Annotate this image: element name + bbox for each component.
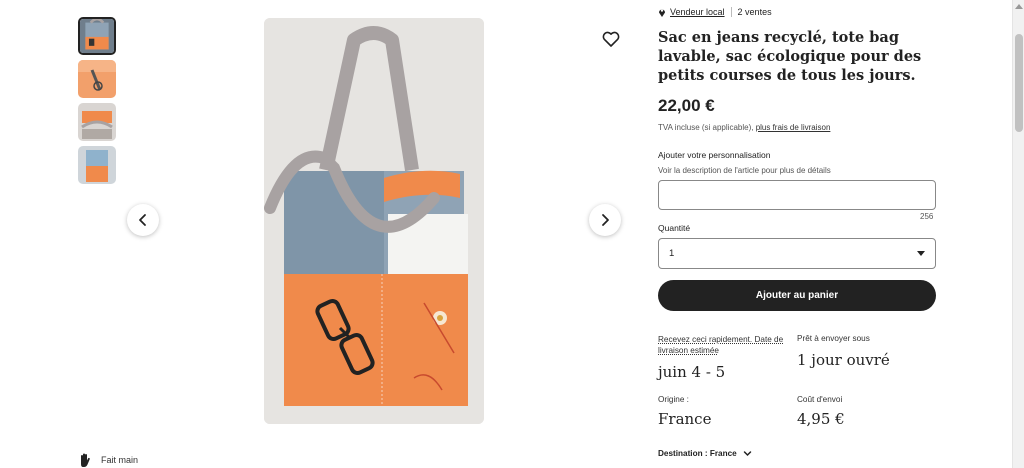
vat-notice: TVA incluse (si applicable), plus frais …: [658, 123, 830, 132]
product-title: Sac en jeans recyclé, tote bag lavable, …: [658, 29, 922, 84]
seller-info: Vendeur local 2 ventes: [658, 7, 772, 17]
thumbnail-4[interactable]: [78, 146, 116, 184]
quantity-select[interactable]: 1: [658, 238, 936, 269]
thumbnail-3[interactable]: [78, 103, 116, 141]
page-scrollbar[interactable]: [1012, 0, 1024, 468]
thumbnail-2[interactable]: [78, 60, 116, 98]
tote-bag-photo: [264, 18, 484, 424]
chevron-left-icon: [139, 214, 146, 226]
local-seller-link[interactable]: Vendeur local: [670, 7, 725, 17]
caret-down-icon: [917, 251, 925, 256]
delivery-estimate-value: juin 4 - 5: [658, 363, 726, 381]
product-price: 22,00 €: [658, 96, 715, 115]
personalization-label: Ajouter votre personnalisation: [658, 150, 771, 160]
thumbnail-image: [78, 60, 116, 98]
origin-value: France: [658, 410, 712, 428]
scroll-up-arrow-icon[interactable]: [1015, 4, 1023, 9]
handmade-badge: Fait main: [77, 452, 138, 468]
shipping-fees-link[interactable]: plus frais de livraison: [756, 123, 831, 132]
thumbnail-image: [78, 103, 116, 141]
vat-text: TVA incluse (si applicable),: [658, 123, 754, 132]
thumbnail-1[interactable]: [78, 17, 116, 55]
destination-label: Destination : France: [658, 449, 737, 458]
add-to-cart-button[interactable]: Ajouter au panier: [658, 280, 936, 311]
heart-icon: [602, 31, 620, 47]
handmade-label: Fait main: [101, 455, 139, 465]
character-count: 256: [920, 212, 934, 221]
scrollbar-thumb[interactable]: [1015, 34, 1023, 132]
thumbnail-image: [78, 146, 116, 184]
destination-selector[interactable]: Destination : France: [658, 449, 752, 458]
divider: [730, 7, 732, 17]
thumbnail-list: [78, 17, 118, 189]
previous-image-button[interactable]: [127, 204, 159, 236]
delivery-estimate-label[interactable]: Recevez ceci rapidement. Date de livrais…: [658, 334, 788, 356]
thumbnail-image: [80, 19, 114, 53]
chevron-down-icon: [743, 451, 751, 457]
shipping-cost-label: Coût d'envoi: [797, 395, 843, 404]
personalization-input[interactable]: [658, 180, 936, 210]
next-image-button[interactable]: [589, 204, 621, 236]
ready-to-ship-label: Prêt à envoyer sous: [797, 334, 870, 343]
map-pin-icon: [659, 9, 665, 17]
hand-icon: [81, 453, 90, 467]
favorite-button[interactable]: [601, 29, 621, 49]
sales-count: 2 ventes: [737, 7, 772, 17]
origin-label: Origine :: [658, 395, 689, 404]
chevron-right-icon: [602, 214, 609, 226]
quantity-label: Quantité: [658, 223, 691, 233]
personalization-hint: Voir la description de l'article pour pl…: [658, 166, 831, 175]
shipping-cost-value: 4,95 €: [797, 410, 845, 428]
quantity-value: 1: [669, 248, 675, 259]
ready-to-ship-value: 1 jour ouvré: [797, 351, 890, 369]
main-product-image: [264, 18, 484, 424]
